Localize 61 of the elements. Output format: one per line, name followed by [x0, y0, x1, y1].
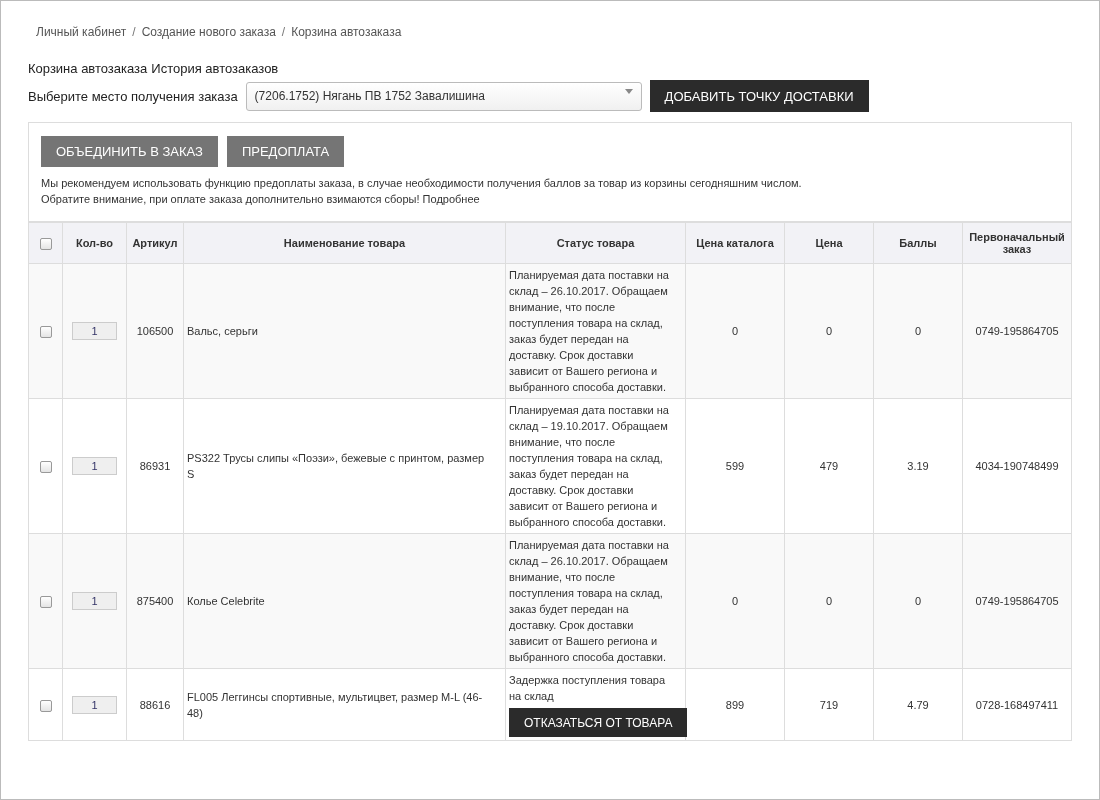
- table-cell: 86931: [126, 398, 184, 534]
- note-text: Обратите внимание, при оплате заказа дополнительно взимаются сборы! Подробнее: [41, 192, 481, 207]
- table-cell: 106500: [126, 263, 184, 399]
- table-cell: FL005 Леггинсы спортивные, мультицвет, размер M-L (46-48): [183, 668, 506, 741]
- caret-icon: [624, 88, 633, 94]
- checkbox[interactable]: [39, 461, 52, 474]
- add-delivery-button[interactable]: ДОБАВИТЬ ТОЧКУ ДОСТАВКИ: [649, 80, 869, 112]
- breadcrumb-separator: /: [132, 25, 136, 39]
- table-cell: 0: [784, 263, 874, 399]
- table-cell: 719: [784, 668, 874, 741]
- checkbox[interactable]: [39, 596, 52, 609]
- delivery-select[interactable]: (7206.1752) Нягань ПВ 1752 Завалишина: [245, 81, 642, 111]
- action-button[interactable]: ОБЪЕДИНИТЬ В ЗАКАЗ: [41, 136, 218, 167]
- column-header: Кол-во: [62, 222, 127, 264]
- table-cell: 0: [873, 533, 963, 669]
- delivery-label: Выберите место получения заказа: [28, 88, 238, 104]
- quantity-field[interactable]: 1: [72, 592, 117, 610]
- note-text: Мы рекомендуем использовать функцию предоплаты заказа, в случае необходимости получения баллов за товар из корзины сегодняшним числом.: [41, 176, 803, 191]
- checkbox[interactable]: [39, 237, 52, 250]
- table-cell: Вальс, серьги: [183, 263, 506, 399]
- table-cell: 0: [685, 533, 785, 669]
- table-cell: 88616: [126, 668, 184, 741]
- breadcrumb-link[interactable]: Корзина автозаказа: [291, 25, 402, 39]
- column-header: Статус товара: [505, 222, 686, 264]
- column-header: Первоначальный заказ: [962, 222, 1072, 264]
- table-cell: 0: [685, 263, 785, 399]
- quantity-field[interactable]: 1: [72, 457, 117, 475]
- column-header: Артикул: [126, 222, 184, 264]
- breadcrumb-link[interactable]: Личный кабинет: [36, 25, 127, 39]
- status-text: Планируемая дата поставки на склад – 26.10.2017. Обращаем внимание, что после поступления товара на склад, заказ будет передан на доставку. Срок доставки зависит от Вашего региона и выбранного способа доставки.: [509, 539, 669, 663]
- status-text: Планируемая дата поставки на склад – 26.10.2017. Обращаем внимание, что после поступления товара на склад, заказ будет передан на доставку. Срок доставки зависит от Вашего региона и выбранного способа доставки.: [509, 269, 669, 393]
- column-header: Наименование товара: [183, 222, 506, 264]
- column-header: Цена: [784, 222, 874, 264]
- decline-item-button[interactable]: ОТКАЗАТЬСЯ ОТ ТОВАРА: [509, 708, 688, 737]
- breadcrumb-separator: /: [281, 25, 286, 39]
- table-cell: 3.19: [873, 398, 963, 534]
- table-cell: PS322 Трусы слипы «Поэзи», бежевые с принтом, размер S: [183, 398, 506, 534]
- table-cell: 0: [873, 263, 963, 399]
- table-cell: 0749-195864705: [962, 533, 1072, 669]
- quantity-field[interactable]: 1: [72, 695, 117, 714]
- table-cell: 0749-195864705: [962, 263, 1072, 399]
- table-cell: 0: [784, 533, 874, 669]
- status-text: Задержка поступления товара на склад: [509, 674, 666, 702]
- table-cell: 0728-168497411: [962, 668, 1072, 741]
- checkbox[interactable]: [39, 699, 52, 712]
- quantity-field[interactable]: 1: [72, 322, 117, 340]
- table-cell: 599: [685, 398, 785, 534]
- table-cell: 4.79: [873, 668, 963, 741]
- column-header: Цена каталога: [685, 222, 785, 264]
- table-cell: 875400: [126, 533, 184, 669]
- action-button[interactable]: ПРЕДОПЛАТА: [226, 136, 345, 167]
- table-cell: 4034-190748499: [962, 398, 1072, 534]
- tab-link[interactable]: Корзина автозаказа: [28, 61, 148, 76]
- tab-link[interactable]: История автозаказов: [151, 61, 279, 76]
- table-cell: 479: [784, 398, 874, 534]
- status-text: Планируемая дата поставки на склад – 19.10.2017. Обращаем внимание, что после поступления товара на склад, заказ будет передан на доставку. Срок доставки зависит от Вашего региона и выбранного способа доставки.: [509, 404, 669, 528]
- breadcrumb-link[interactable]: Создание нового заказа: [141, 25, 276, 39]
- table-cell: Колье Celebrite: [183, 533, 506, 669]
- table-cell: 899: [685, 668, 785, 741]
- column-header: Баллы: [873, 222, 963, 264]
- checkbox[interactable]: [39, 326, 52, 339]
